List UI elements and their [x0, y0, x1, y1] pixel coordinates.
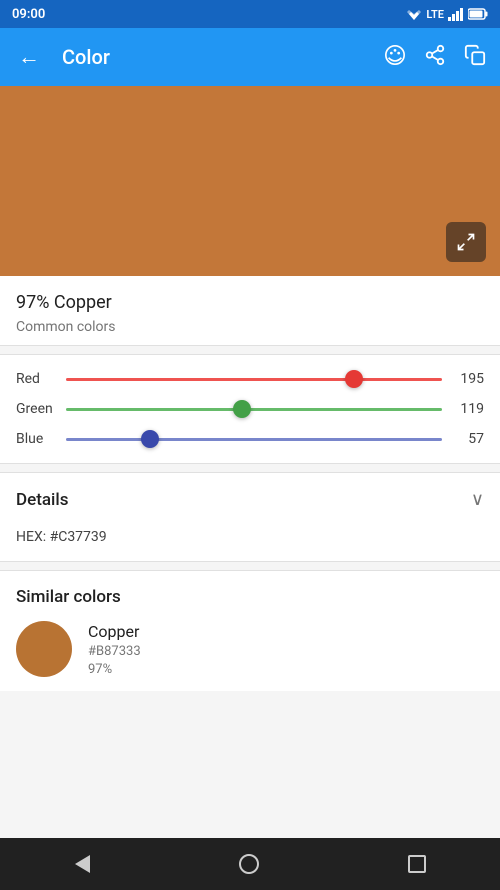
red-thumb[interactable]: [345, 370, 363, 388]
similar-section: Similar colors Copper #B87333 97%: [0, 570, 500, 691]
nav-home-button[interactable]: [219, 846, 279, 882]
palette-svg: [384, 44, 406, 66]
hex-value: HEX: #C37739: [16, 529, 107, 545]
red-label: Red: [16, 371, 56, 387]
green-track: [66, 408, 442, 411]
blue-slider-container[interactable]: [66, 429, 442, 449]
common-colors-link[interactable]: Common colors: [16, 319, 484, 335]
status-time: 09:00: [12, 7, 45, 22]
bottom-nav: [0, 838, 500, 890]
fullscreen-button[interactable]: [446, 222, 486, 262]
details-content: HEX: #C37739: [0, 526, 500, 561]
copy-svg: [464, 44, 486, 66]
similar-color-info: Copper #B87333 97%: [88, 622, 141, 677]
palette-icon[interactable]: [384, 44, 406, 71]
green-label: Green: [16, 401, 56, 417]
app-bar-actions: [384, 44, 486, 71]
blue-thumb[interactable]: [141, 430, 159, 448]
details-section: Details ∨ HEX: #C37739: [0, 472, 500, 562]
green-thumb[interactable]: [233, 400, 251, 418]
red-track: [66, 378, 442, 381]
similar-color-item[interactable]: Copper #B87333 97%: [16, 621, 484, 691]
share-icon[interactable]: [424, 44, 446, 71]
blue-track: [66, 438, 442, 441]
green-value: 119: [452, 401, 484, 417]
lte-label: LTE: [426, 8, 444, 21]
similar-colors-title: Similar colors: [16, 587, 484, 607]
green-slider-container[interactable]: [66, 399, 442, 419]
chevron-down-icon: ∨: [471, 489, 484, 510]
similar-color-swatch: [16, 621, 72, 677]
color-name-section: 97% Copper Common colors: [0, 276, 500, 346]
app-bar-title: Color: [62, 45, 366, 69]
color-percentage-name: 97% Copper: [16, 292, 484, 313]
status-bar: 09:00 LTE: [0, 0, 500, 28]
app-bar: ← Color: [0, 28, 500, 86]
similar-color-hex: #B87333: [88, 644, 141, 659]
details-header[interactable]: Details ∨: [0, 473, 500, 526]
blue-label: Blue: [16, 431, 56, 447]
green-slider-row: Green 119: [16, 399, 484, 419]
similar-color-percent: 97%: [88, 662, 141, 677]
wifi-icon: [406, 8, 422, 20]
similar-color-name: Copper: [88, 622, 141, 641]
red-slider-container[interactable]: [66, 369, 442, 389]
blue-slider-row: Blue 57: [16, 429, 484, 449]
sliders-section: Red 195 Green 119 Blue 57: [0, 354, 500, 464]
nav-back-button[interactable]: [55, 847, 110, 881]
status-icons: LTE: [406, 8, 488, 21]
battery-icon: [468, 8, 488, 20]
back-button[interactable]: ←: [14, 40, 44, 74]
blue-value: 57: [452, 431, 484, 447]
details-title: Details: [16, 490, 68, 510]
red-slider-row: Red 195: [16, 369, 484, 389]
fullscreen-icon: [456, 232, 476, 252]
color-preview: [0, 86, 500, 276]
copy-icon[interactable]: [464, 44, 486, 71]
red-value: 195: [452, 371, 484, 387]
signal-icon: [448, 8, 464, 21]
share-svg: [424, 44, 446, 66]
nav-recents-button[interactable]: [388, 847, 446, 881]
